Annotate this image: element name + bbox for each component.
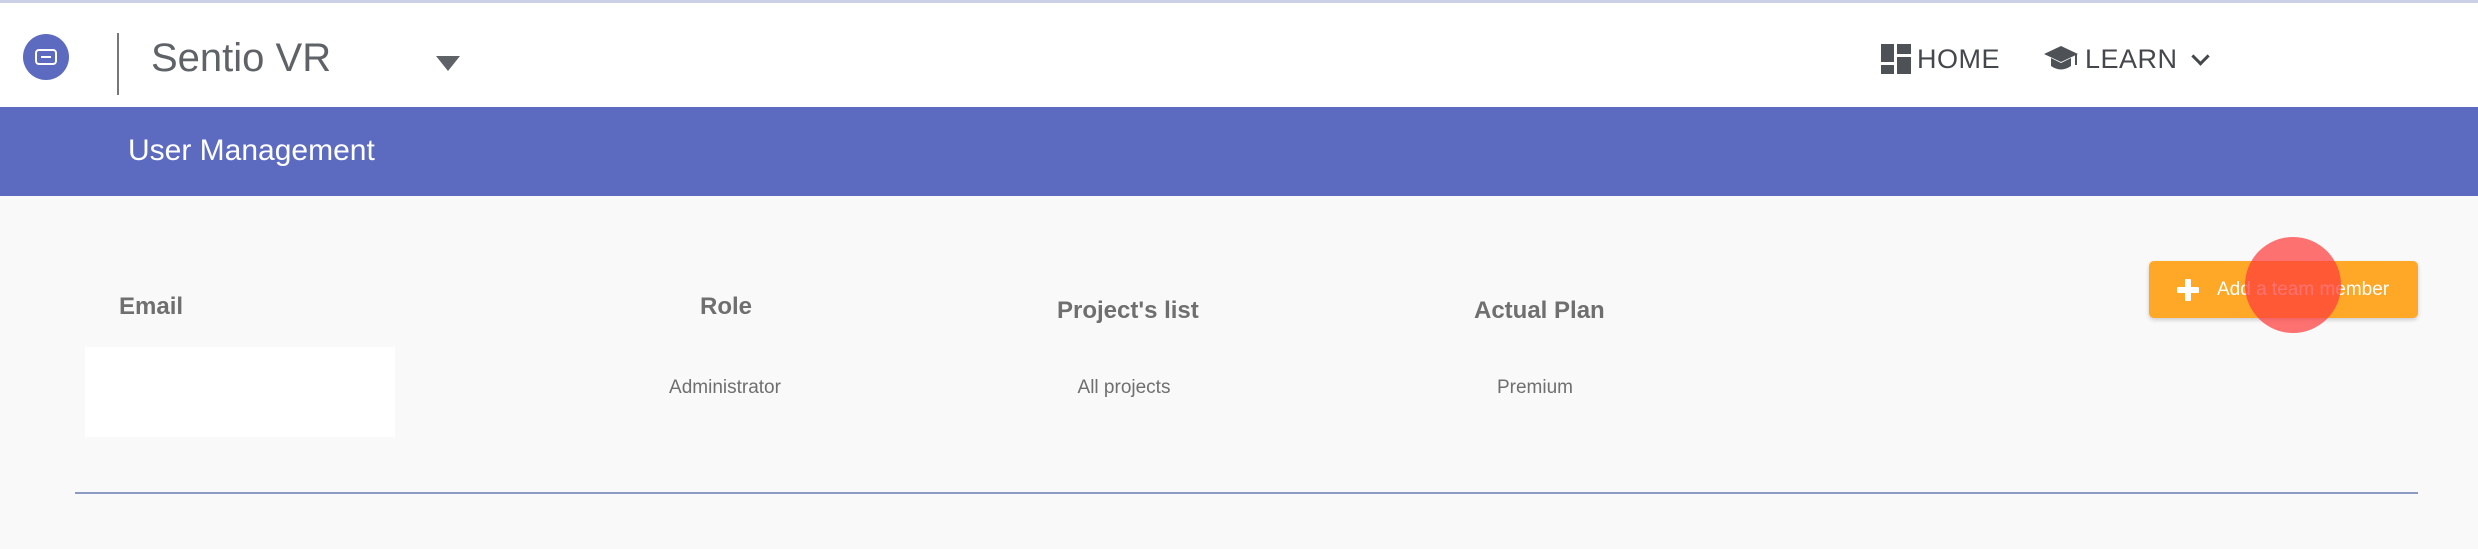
projects-cell: All projects [1077,377,1171,398]
top-header: Sentio VR HOME LEARN [0,3,2478,107]
graduation-cap-icon [2043,44,2079,74]
app-title: Sentio VR [151,36,332,80]
column-header-role: Role [700,293,753,320]
column-header-projects: Project's list [1057,297,1199,324]
nav-learn[interactable]: LEARN [2043,41,2210,77]
nav-learn-label: LEARN [2085,43,2178,74]
caret-down-icon[interactable] [436,56,460,71]
nav-home[interactable]: HOME [1881,41,2000,77]
vr-headset-icon[interactable] [23,34,69,80]
role-cell: Administrator [669,377,781,398]
page-title: User Management [128,134,375,167]
plus-icon [2177,278,2199,301]
page-banner: User Management [0,107,2478,196]
dashboard-icon [1881,44,1911,74]
chevron-down-icon[interactable] [2190,46,2210,66]
header-divider [117,33,119,95]
table-divider [75,492,2418,494]
column-header-plan: Actual Plan [1474,297,1605,324]
email-cell [85,347,395,437]
cursor-highlight [2245,237,2341,333]
column-header-email: Email [119,293,184,320]
nav-home-label: HOME [1917,43,2000,74]
plan-cell: Premium [1496,377,1573,398]
